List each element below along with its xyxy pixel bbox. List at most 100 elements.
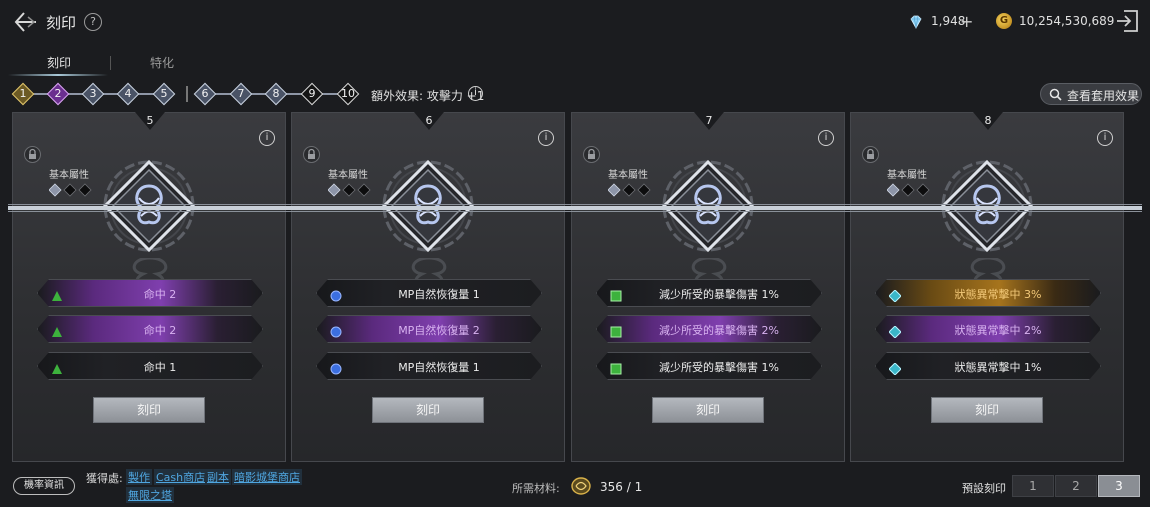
- stat-text: 狀態異常擊中 1%: [954, 361, 1042, 374]
- stat-text: 狀態異常擊中 2%: [954, 324, 1042, 337]
- stat-row[interactable]: 狀態異常擊中 2%: [875, 315, 1101, 343]
- square-icon: [610, 287, 622, 302]
- stat-row[interactable]: 狀態異常擊中 1%: [875, 352, 1101, 380]
- card-number: 6: [425, 114, 433, 127]
- preset-button-1[interactable]: 1: [1012, 475, 1054, 497]
- engrave-slot-3[interactable]: 3: [81, 82, 105, 106]
- stat-row[interactable]: 命中 1: [37, 352, 263, 380]
- stat-row[interactable]: MP自然恢復量 1: [316, 352, 542, 380]
- stat-text: MP自然恢復量 1: [398, 288, 480, 301]
- engrave-slot-6[interactable]: 6: [193, 82, 217, 106]
- card-info-icon[interactable]: i: [1097, 130, 1113, 146]
- gold-coin-icon: G: [996, 13, 1012, 29]
- diamond-currency-icon: [910, 15, 922, 29]
- stat-row[interactable]: 狀態異常擊中 3%: [875, 279, 1101, 307]
- base-attribute-label: 基本屬性: [608, 170, 648, 181]
- stat-row[interactable]: 減少所受的暴擊傷害 2%: [596, 315, 822, 343]
- lock-icon[interactable]: [303, 146, 320, 163]
- preset-button-3[interactable]: 3: [1098, 475, 1140, 497]
- preset-button-2[interactable]: 2: [1055, 475, 1097, 497]
- active-tab-underline: [8, 74, 108, 76]
- engrave-slot-10[interactable]: 10: [336, 82, 360, 106]
- circle-icon: [330, 287, 342, 302]
- connecting-rail: [8, 204, 1142, 212]
- view-set-effects-button[interactable]: 查看套用效果: [1040, 83, 1142, 105]
- engrave-button[interactable]: 刻印: [372, 397, 484, 423]
- required-material-label: 所需材料:: [512, 482, 560, 495]
- card-info-icon[interactable]: i: [538, 130, 554, 146]
- stat-text: MP自然恢復量 2: [398, 324, 480, 337]
- engrave-stone-icon: [571, 477, 591, 495]
- bonus-info-icon[interactable]: i: [468, 86, 483, 101]
- slot-number: 5: [160, 87, 168, 100]
- slot-number: 8: [272, 87, 280, 100]
- engrave-slot-5[interactable]: 5: [152, 82, 176, 106]
- tab-specialize[interactable]: 特化: [150, 54, 174, 71]
- base-attribute-gems: [887, 183, 930, 197]
- base-attribute-label: 基本屬性: [887, 170, 927, 181]
- engrave-button[interactable]: 刻印: [652, 397, 764, 423]
- source-link-cash-shop[interactable]: Cash商店: [154, 469, 208, 485]
- card-number: 7: [705, 114, 713, 127]
- stat-row[interactable]: MP自然恢復量 2: [316, 315, 542, 343]
- lock-icon[interactable]: [24, 146, 41, 163]
- slot-number: 10: [341, 87, 355, 100]
- stat-row[interactable]: MP自然恢復量 1: [316, 279, 542, 307]
- circle-icon: [330, 360, 342, 375]
- engrave-card-6: 6 i 基本屬性 刻印 MP自然恢復量 1 MP自然恢復量 2 MP自然恢復量 1: [291, 112, 565, 462]
- stat-text: MP自然恢復量 1: [398, 361, 480, 374]
- engrave-card-7: 7 i 基本屬性刻印 減少所受的暴擊傷害 1% 減少所受的暴擊傷害 2% 減少所受的暴擊傷…: [571, 112, 845, 462]
- engrave-button[interactable]: 刻印: [93, 397, 205, 423]
- source-link-dungeon[interactable]: 副本: [205, 469, 231, 485]
- help-icon[interactable]: ?: [84, 13, 102, 31]
- base-attribute-gems: [608, 183, 651, 197]
- stat-text: 命中 2: [143, 324, 177, 337]
- engrave-slot-4[interactable]: 4: [116, 82, 140, 106]
- diamond-icon: [888, 323, 902, 339]
- diamond-icon: [888, 287, 902, 303]
- stat-row[interactable]: 命中 2: [37, 315, 263, 343]
- stat-text: 減少所受的暴擊傷害 2%: [659, 324, 779, 337]
- lock-icon[interactable]: [862, 146, 879, 163]
- probability-info-button[interactable]: 機率資訊: [13, 477, 75, 495]
- magnifier-icon: [1049, 88, 1062, 101]
- engrave-button[interactable]: 刻印: [931, 397, 1043, 423]
- slot-number: 6: [201, 87, 209, 100]
- engrave-slot-8[interactable]: 8: [264, 82, 288, 106]
- square-icon: [610, 323, 622, 338]
- slot-number: 1: [19, 87, 27, 100]
- stat-row[interactable]: 減少所受的暴擊傷害 1%: [596, 352, 822, 380]
- slot-number: 4: [124, 87, 132, 100]
- back-arrow-icon[interactable]: [12, 9, 38, 35]
- stat-text: 命中 1: [143, 361, 177, 374]
- required-material-count: 356 / 1: [600, 480, 643, 494]
- card-number: 5: [146, 114, 154, 127]
- add-diamond-button[interactable]: +: [960, 12, 973, 31]
- slot-number: 3: [89, 87, 97, 100]
- source-link-infinite-tower[interactable]: 無限之塔: [126, 487, 174, 503]
- tab-engrave[interactable]: 刻印: [47, 54, 71, 71]
- triangle-icon: [51, 287, 63, 301]
- card-info-icon[interactable]: i: [259, 130, 275, 146]
- stat-row[interactable]: 減少所受的暴擊傷害 1%: [596, 279, 822, 307]
- engrave-slot-7[interactable]: 7: [229, 82, 253, 106]
- source-link-craft[interactable]: 製作: [126, 469, 152, 485]
- engrave-slot-9[interactable]: 9: [300, 82, 324, 106]
- base-attribute-gems: [328, 183, 371, 197]
- lock-icon[interactable]: [583, 146, 600, 163]
- stat-text: 減少所受的暴擊傷害 1%: [659, 361, 779, 374]
- engrave-slot-2[interactable]: 2: [46, 82, 70, 106]
- gold-count: 10,254,530,689: [1019, 14, 1115, 28]
- triangle-icon: [51, 360, 63, 374]
- tab-divider: [110, 56, 111, 70]
- card-info-icon[interactable]: i: [818, 130, 834, 146]
- engrave-card-8: 8 i 基本屬性 刻印 狀態異常擊中 3% 狀態異常擊中 2% 狀態異常擊中 1%: [850, 112, 1124, 462]
- stat-row[interactable]: 命中 2: [37, 279, 263, 307]
- source-link-shadow-castle-shop[interactable]: 暗影城堡商店: [232, 469, 302, 485]
- exit-icon[interactable]: [1114, 8, 1140, 34]
- engrave-slot-1[interactable]: 1: [11, 82, 35, 106]
- circle-icon: [330, 323, 342, 338]
- preset-label: 預設刻印: [962, 482, 1006, 495]
- stat-text: 命中 2: [143, 288, 177, 301]
- base-attribute-label: 基本屬性: [49, 170, 89, 181]
